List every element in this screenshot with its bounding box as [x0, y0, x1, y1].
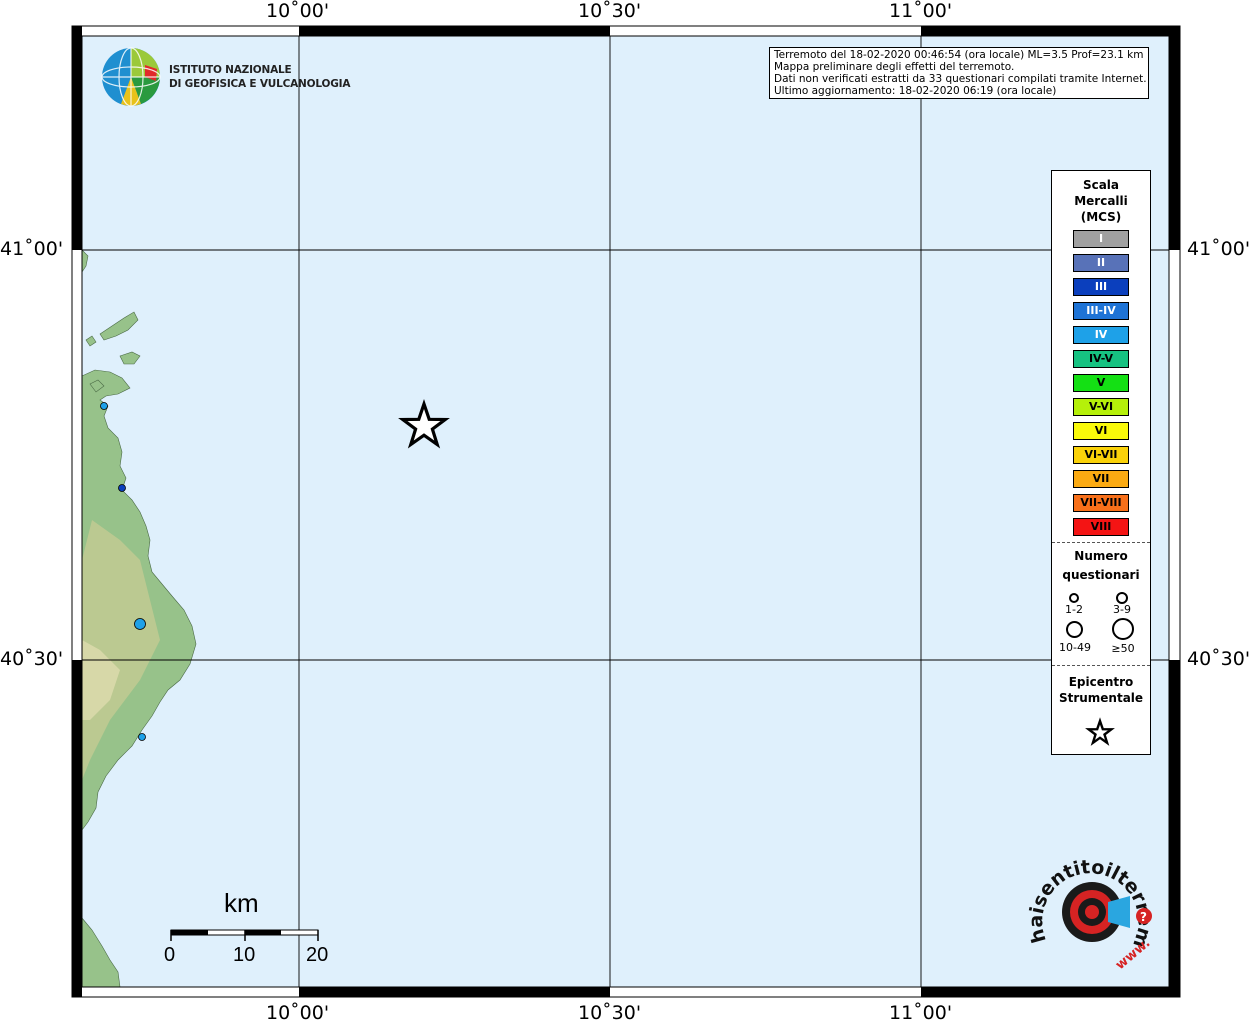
mcs-swatch: IV [1073, 326, 1129, 344]
size-label-10-49: 10-49 [1059, 641, 1091, 654]
mcs-title-line-2: Mercalli [1074, 194, 1128, 208]
report-point-iv-south[interactable] [138, 733, 146, 741]
epicenter-title-line-2: Strumentale [1058, 691, 1144, 705]
mcs-swatch: I [1073, 230, 1129, 248]
report-point-iii[interactable] [118, 484, 126, 492]
report-point-iv[interactable] [100, 402, 108, 410]
legend-divider-2 [1052, 665, 1150, 666]
lat-label-40-30-right: 40˚30' [1187, 648, 1251, 670]
questionnaire-title-line-1: Numero [1074, 549, 1128, 563]
questionnaire-title-line-2: questionari [1062, 568, 1140, 582]
legend-divider [1052, 542, 1150, 543]
mcs-swatch: VI [1073, 422, 1129, 440]
info-line-4: Ultimo aggiornamento: 18-02-2020 06:19 (… [774, 85, 1057, 97]
mcs-title-line-1: Scala [1082, 178, 1120, 192]
lon-label-10-00-bottom: 10˚00' [266, 1002, 330, 1024]
lon-label-11-00-top: 11˚00' [889, 0, 953, 22]
info-line-3: Dati non verificati estratti da 33 quest… [774, 73, 1147, 85]
earthquake-info-box: Terremoto del 18-02-2020 00:46:54 (ora l… [769, 47, 1149, 99]
size-label-3-9: 3-9 [1113, 603, 1131, 616]
ingv-globe-logo [101, 47, 161, 107]
size-circle-large [1066, 621, 1083, 638]
mcs-swatch: V-VI [1073, 398, 1129, 416]
lon-label-11-00-bottom: 11˚00' [889, 1002, 953, 1024]
svg-text:?: ? [1140, 910, 1147, 924]
size-legend: 1-2 3-9 10-49 ≥50 [1052, 585, 1150, 655]
mcs-swatch: III-IV [1073, 302, 1129, 320]
lat-label-40-30-left: 40˚30' [0, 648, 64, 670]
ingv-line-1: ISTITUTO NAZIONALE [169, 64, 292, 76]
lon-label-10-30-top: 10˚30' [578, 0, 642, 22]
size-label-50-plus: ≥50 [1111, 642, 1135, 655]
lat-label-41-00-right: 41˚00' [1187, 238, 1251, 260]
mcs-swatch: VIII [1073, 518, 1129, 536]
info-line-2: Mappa preliminare degli effetti del terr… [774, 61, 1015, 73]
scale-tick-10: 10 [233, 944, 256, 966]
lon-label-10-30-bottom: 10˚30' [578, 1002, 642, 1024]
legend-panel: Scala Mercalli (MCS) I II III III-IV IV IV-V V… [1051, 170, 1151, 755]
mcs-swatch: VII-VIII [1073, 494, 1129, 512]
size-circle-xlarge [1112, 618, 1134, 640]
legend-star-icon [1085, 717, 1115, 746]
scale-tick-20: 20 [306, 944, 329, 966]
mcs-swatch: V [1073, 374, 1129, 392]
ingv-line-2: DI GEOFISICA E VULCANOLOGIA [169, 78, 351, 90]
ingv-name: ISTITUTO NAZIONALE DI GEOFISICA E VULCAN… [169, 63, 350, 91]
mcs-swatch: IV-V [1073, 350, 1129, 368]
questionnaire-title: Numero questionari [1052, 547, 1150, 585]
lat-label-41-00-left: 41˚00' [0, 238, 64, 260]
size-label-1-2: 1-2 [1065, 603, 1083, 616]
scale-tick-0: 0 [164, 944, 176, 966]
mcs-swatch: VI-VII [1073, 446, 1129, 464]
mcs-swatch: III [1073, 278, 1129, 296]
haisentito-logo: haisentitoilterremoto.it ? www. [1028, 852, 1155, 973]
size-circle-small [1069, 593, 1079, 603]
lon-label-10-00-top: 10˚00' [266, 0, 330, 22]
scale-unit: km [224, 888, 259, 918]
mcs-title-line-3: (MCS) [1080, 210, 1122, 224]
mcs-intensity-list: I II III III-IV IV IV-V V V-VI VI VI-VII VII VII-VI… [1052, 230, 1150, 536]
epicenter-title: Epicentro Strumentale [1052, 674, 1150, 706]
mcs-swatch: II [1073, 254, 1129, 272]
sea-area [82, 36, 1169, 987]
epicenter-title-line-1: Epicentro [1068, 675, 1134, 689]
report-point-iv-large[interactable] [134, 618, 146, 630]
info-line-1: Terremoto del 18-02-2020 00:46:54 (ora l… [774, 49, 1144, 61]
mcs-scale-title: Scala Mercalli (MCS) [1052, 177, 1150, 225]
mcs-swatch: VII [1073, 470, 1129, 488]
